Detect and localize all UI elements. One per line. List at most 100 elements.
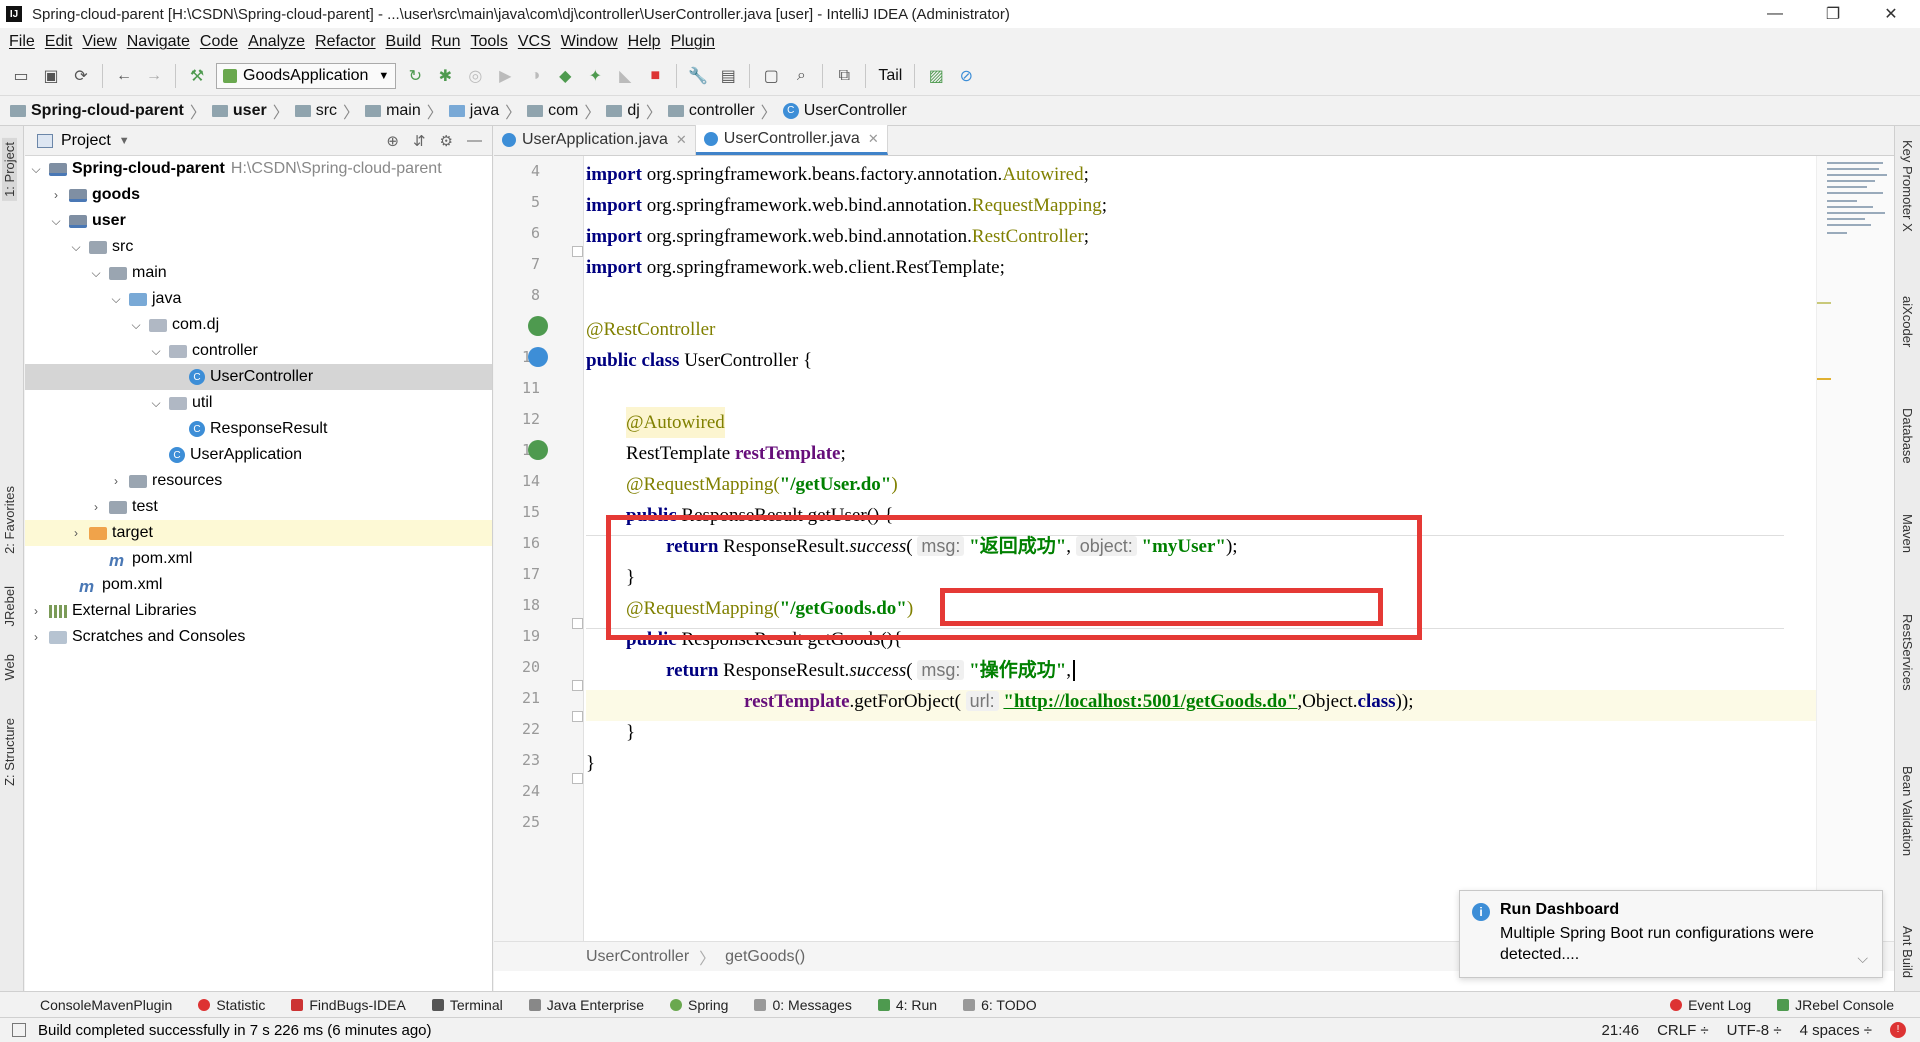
tool-findbugs[interactable]: FindBugs-IDEA	[291, 997, 406, 1013]
database-tool-tab[interactable]: Database	[1900, 408, 1915, 464]
spring-bean-gutter-icon[interactable]	[528, 316, 548, 336]
tree-item-controller[interactable]: ⌵ controller	[25, 338, 492, 364]
chevron-down-icon[interactable]: ⌵	[109, 292, 123, 307]
chevron-right-icon[interactable]: ›	[49, 188, 63, 202]
file-encoding[interactable]: UTF-8 ÷	[1727, 1022, 1782, 1039]
indent-setting[interactable]: 4 spaces ÷	[1800, 1022, 1872, 1039]
tree-item-resources[interactable]: › resources	[25, 468, 492, 494]
tool-spring[interactable]: Spring	[670, 997, 728, 1013]
crumb-java[interactable]: java 〉	[448, 99, 521, 123]
tool-todo[interactable]: 6: TODO	[963, 997, 1037, 1013]
tab-usercontroller[interactable]: UserController.java ✕	[695, 125, 888, 155]
crumb-com[interactable]: com 〉	[527, 99, 600, 123]
hide-icon[interactable]: —	[467, 132, 482, 150]
chevron-down-icon[interactable]: ⌵	[129, 318, 143, 333]
debug-bug-icon[interactable]: ✱	[432, 63, 458, 89]
tree-item-target[interactable]: › target	[25, 520, 492, 546]
crumb-module[interactable]: user 〉	[211, 99, 289, 123]
chevron-down-icon[interactable]: ⌵	[69, 240, 83, 255]
chevron-right-icon[interactable]: ›	[69, 526, 83, 540]
autowired-gutter-icon[interactable]	[528, 440, 548, 460]
menu-view[interactable]: View	[82, 33, 116, 51]
tool-jrebel-console[interactable]: JRebel Console	[1777, 997, 1894, 1013]
bean-validation-tool-tab[interactable]: Bean Validation	[1900, 766, 1915, 856]
run-play-icon[interactable]: ▶	[492, 63, 518, 89]
run-dashboard-notification[interactable]: i Run Dashboard Multiple Spring Boot run…	[1459, 890, 1883, 978]
project-view-label[interactable]: Project	[61, 132, 111, 150]
chevron-down-icon[interactable]: ⌵	[29, 162, 43, 177]
tool-messages[interactable]: 0: Messages	[754, 997, 852, 1013]
back-arrow-icon[interactable]: ←	[111, 63, 137, 89]
terminal-window-icon[interactable]: ▢	[758, 63, 784, 89]
tree-item-root[interactable]: ⌵ Spring-cloud-parent H:\CSDN\Spring-cloud…	[25, 156, 492, 182]
tab-userapplication[interactable]: UserApplication.java ✕	[494, 125, 696, 155]
minimize-button[interactable]: —	[1746, 0, 1804, 28]
editor-crumb-method[interactable]: getGoods()	[725, 948, 805, 966]
tool-console-maven[interactable]: ConsoleMavenPlugin	[40, 997, 172, 1013]
jrebel-run-icon[interactable]: ◆	[552, 63, 578, 89]
key-promoter-tool-tab[interactable]: Key Promoter X	[1900, 140, 1915, 232]
error-report-icon[interactable]: !	[1890, 1021, 1906, 1038]
menu-window[interactable]: Window	[561, 33, 618, 51]
menu-file[interactable]: File	[9, 33, 35, 51]
project-structure-icon[interactable]: ▤	[715, 63, 741, 89]
vcs-icon[interactable]: ⧉	[831, 63, 857, 89]
menu-vcs[interactable]: VCS	[518, 33, 551, 51]
close-button[interactable]: ✕	[1862, 0, 1920, 28]
tail-button[interactable]: Tail	[874, 63, 906, 89]
tree-item-user[interactable]: ⌵ user	[25, 208, 492, 234]
crumb-main[interactable]: main 〉	[365, 99, 443, 123]
tree-item-util[interactable]: ⌵ util	[25, 390, 492, 416]
tree-item-src[interactable]: ⌵ src	[25, 234, 492, 260]
crumb-project[interactable]: Spring-cloud-parent 〉	[10, 99, 206, 123]
settings-wrench-icon[interactable]: 🔧	[685, 63, 711, 89]
fold-marker-icon[interactable]	[572, 246, 583, 257]
tree-item-user-pom[interactable]: m pom.xml	[25, 546, 492, 572]
tree-item-test[interactable]: › test	[25, 494, 492, 520]
locate-icon[interactable]: ⊕	[386, 132, 399, 150]
tree-item-main[interactable]: ⌵ main	[25, 260, 492, 286]
maximize-button[interactable]: ❐	[1804, 0, 1862, 28]
class-gutter-icon[interactable]	[528, 347, 548, 367]
aixcoder-tool-tab[interactable]: aiXcoder	[1900, 296, 1915, 347]
tree-item-responseresult[interactable]: C ResponseResult	[25, 416, 492, 442]
tool-statistic[interactable]: Statistic	[198, 997, 265, 1013]
chevron-down-icon[interactable]: ⌵	[149, 344, 163, 359]
jrebel-update-icon[interactable]: ◣	[612, 63, 638, 89]
run-configuration-dropdown[interactable]: GoodsApplication ▼	[216, 62, 397, 89]
tool-java-enterprise[interactable]: Java Enterprise	[528, 997, 644, 1013]
fold-marker-icon[interactable]	[572, 680, 583, 691]
forward-arrow-icon[interactable]: →	[141, 63, 167, 89]
tree-item-usercontroller[interactable]: C UserController	[25, 364, 492, 390]
fold-marker-icon[interactable]	[572, 618, 583, 629]
tool-run[interactable]: 4: Run	[877, 997, 937, 1013]
crumb-class[interactable]: C UserController	[782, 102, 907, 120]
fold-marker-icon[interactable]	[572, 711, 583, 722]
editor-crumb-class[interactable]: UserController	[586, 948, 689, 966]
gear-icon[interactable]: ⚙	[440, 132, 453, 150]
tree-item-userapplication[interactable]: C UserApplication	[25, 442, 492, 468]
tree-item-root-pom[interactable]: m pom.xml	[25, 572, 492, 598]
chevron-down-icon[interactable]: ⌵	[49, 214, 63, 229]
menu-tools[interactable]: Tools	[470, 33, 507, 51]
close-icon[interactable]: ✕	[868, 131, 879, 147]
structure-tool-tab[interactable]: Z: Structure	[2, 718, 17, 786]
chevron-down-icon[interactable]: ⌵	[149, 396, 163, 411]
menu-navigate[interactable]: Navigate	[127, 33, 190, 51]
fold-marker-icon[interactable]	[572, 773, 583, 784]
menu-help[interactable]: Help	[628, 33, 661, 51]
tool-terminal[interactable]: Terminal	[431, 997, 503, 1013]
crumb-dj[interactable]: dj 〉	[606, 99, 662, 123]
line-separator[interactable]: CRLF ÷	[1657, 1022, 1709, 1039]
build-hammer-icon[interactable]: ⚒	[184, 63, 210, 89]
stop-icon[interactable]: ■	[642, 63, 668, 89]
tool-event-log[interactable]: Event Log	[1670, 997, 1751, 1013]
tree-item-scratches[interactable]: › Scratches and Consoles	[25, 624, 492, 650]
profile-icon[interactable]: ◑	[522, 63, 548, 89]
jrebel-tool-tab[interactable]: JRebel	[2, 586, 17, 626]
menu-run[interactable]: Run	[431, 33, 460, 51]
project-tool-tab[interactable]: 1: Project	[2, 138, 17, 201]
chevron-right-icon[interactable]: ›	[109, 474, 123, 488]
menu-edit[interactable]: Edit	[45, 33, 73, 51]
chevron-down-icon[interactable]: ▼	[119, 135, 130, 147]
